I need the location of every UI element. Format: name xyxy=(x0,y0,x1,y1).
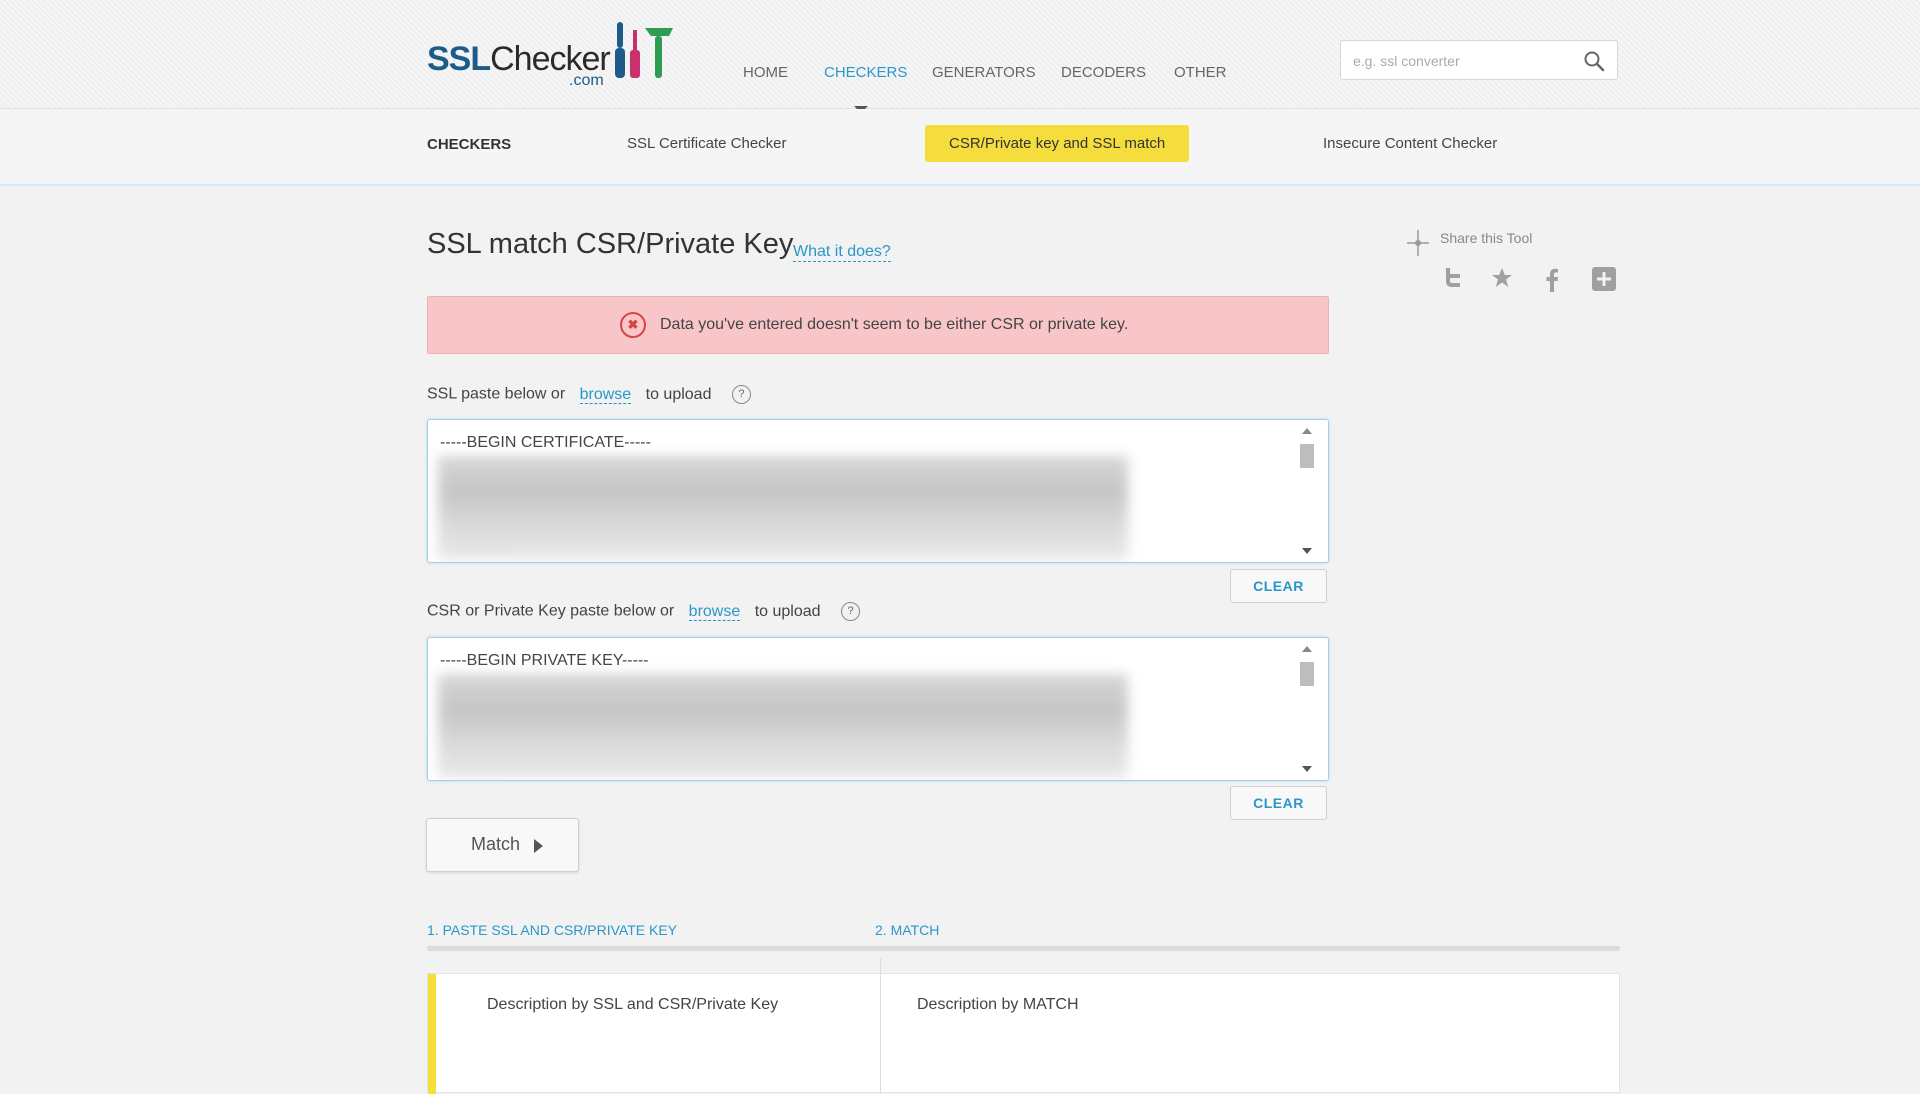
key-textarea-content: -----BEGIN PRIVATE KEY----- xyxy=(440,652,649,669)
ssl-textarea-content: -----BEGIN CERTIFICATE----- xyxy=(440,434,651,451)
error-icon: ✖ xyxy=(620,312,646,338)
description-step-1: Description by SSL and CSR/Private Key xyxy=(487,996,779,1013)
logo-com-text: .com xyxy=(569,72,604,89)
ssl-clear-button[interactable]: CLEAR xyxy=(1230,569,1327,603)
scroll-thumb[interactable] xyxy=(1300,444,1314,468)
twitter-icon[interactable] xyxy=(1439,266,1465,292)
error-message: Data you've entered doesn't seem to be e… xyxy=(660,316,1129,333)
tools-logo-icon xyxy=(615,22,673,78)
share-icon xyxy=(1407,230,1429,256)
key-label-suffix: to upload xyxy=(754,602,821,620)
nav-other[interactable]: OTHER xyxy=(1174,64,1227,81)
step-1-tab[interactable]: 1. PASTE SSL AND CSR/PRIVATE KEY xyxy=(427,922,677,938)
ssl-label-prefix: SSL paste below or xyxy=(427,385,566,403)
facebook-icon[interactable] xyxy=(1539,266,1565,292)
ssl-textarea[interactable]: -----BEGIN CERTIFICATE----- xyxy=(427,419,1329,563)
key-textarea[interactable]: -----BEGIN PRIVATE KEY----- xyxy=(427,637,1329,781)
step-2-tab[interactable]: 2. MATCH xyxy=(875,922,939,938)
redacted-key-content xyxy=(438,674,1128,778)
checkers-subnav: CHECKERS SSL Certificate Checker CSR/Pri… xyxy=(0,109,1920,186)
description-accent-bar xyxy=(428,974,436,1094)
search-box xyxy=(1340,40,1618,80)
match-button[interactable]: Match xyxy=(426,818,579,872)
subnav-ssl-certificate-checker[interactable]: SSL Certificate Checker xyxy=(627,135,787,152)
scroll-down-icon[interactable] xyxy=(1302,548,1312,554)
key-browse-link[interactable]: browse xyxy=(688,602,741,621)
site-header: SSLChecker .com HOME CHECKERS GENERATORS… xyxy=(0,0,1920,113)
key-field-label: CSR or Private Key paste below or browse… xyxy=(427,602,860,621)
logo-ssl-text: SSL xyxy=(427,40,491,78)
ssl-field-label: SSL paste below or browse to upload ? xyxy=(427,385,751,404)
scroll-thumb[interactable] xyxy=(1300,662,1314,686)
ssl-browse-link[interactable]: browse xyxy=(579,385,632,404)
description-panel: Description by SSL and CSR/Private Key D… xyxy=(427,958,1620,1094)
search-icon[interactable] xyxy=(1583,50,1605,72)
what-it-does-link[interactable]: What it does? xyxy=(793,243,891,262)
match-button-label: Match xyxy=(471,834,521,854)
play-arrow-icon xyxy=(534,839,543,853)
site-logo[interactable]: SSLChecker .com xyxy=(427,18,687,90)
key-label-prefix: CSR or Private Key paste below or xyxy=(427,602,675,620)
subnav-csr-ssl-match[interactable]: CSR/Private key and SSL match xyxy=(925,125,1190,162)
ssl-label-suffix: to upload xyxy=(645,385,712,403)
description-divider xyxy=(880,958,881,1094)
scroll-down-icon[interactable] xyxy=(1302,766,1312,772)
key-clear-button[interactable]: CLEAR xyxy=(1230,786,1327,820)
plus-icon[interactable] xyxy=(1591,266,1617,292)
search-input[interactable] xyxy=(1351,49,1575,73)
error-alert: ✖ Data you've entered doesn't seem to be… xyxy=(427,296,1329,354)
scroll-up-icon[interactable] xyxy=(1302,428,1312,434)
subnav-insecure-content-checker[interactable]: Insecure Content Checker xyxy=(1323,135,1497,152)
nav-home[interactable]: HOME xyxy=(743,64,788,81)
steps-progress-bar xyxy=(427,946,1620,951)
nav-checkers[interactable]: CHECKERS xyxy=(824,64,907,81)
key-help-icon[interactable]: ? xyxy=(841,602,860,621)
description-step-2: Description by MATCH xyxy=(917,996,1079,1013)
scroll-up-icon[interactable] xyxy=(1302,646,1312,652)
star-icon[interactable] xyxy=(1489,266,1515,292)
subnav-title: CHECKERS xyxy=(427,136,512,153)
share-label: Share this Tool xyxy=(1440,230,1533,246)
ssl-textarea-scrollbar[interactable] xyxy=(1298,426,1316,556)
ssl-help-icon[interactable]: ? xyxy=(731,385,751,404)
key-textarea-scrollbar[interactable] xyxy=(1298,644,1316,774)
nav-decoders[interactable]: DECODERS xyxy=(1061,64,1146,81)
page-title: SSL match CSR/Private Key xyxy=(427,228,794,260)
redacted-certificate-content xyxy=(438,456,1128,560)
nav-generators[interactable]: GENERATORS xyxy=(932,64,1036,81)
